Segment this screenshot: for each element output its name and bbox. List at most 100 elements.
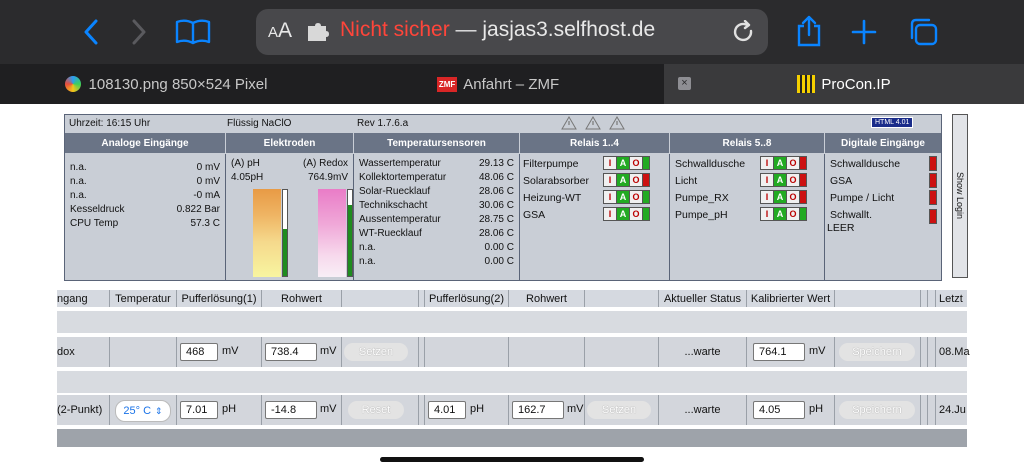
relay-iao-switch[interactable]: IAO xyxy=(603,156,650,170)
buffer1-input[interactable]: 7.01 xyxy=(180,401,218,419)
clock-text: Uhrzeit: 16:15 Uhr xyxy=(69,118,151,129)
new-tab-plus-icon[interactable] xyxy=(850,18,878,46)
iao-a[interactable]: A xyxy=(774,174,786,186)
forward-arrow-icon[interactable] xyxy=(126,18,152,46)
setzen-button[interactable]: Setzen xyxy=(587,401,651,419)
unit-label: mV xyxy=(567,403,584,415)
buffer1-input[interactable]: 468 xyxy=(180,343,218,361)
iao-a[interactable]: A xyxy=(774,157,786,169)
iao-o[interactable]: O xyxy=(630,157,642,169)
temp-value: 48.06 C xyxy=(478,172,514,183)
iao-a[interactable]: A xyxy=(617,208,629,220)
analog-label: n.a. xyxy=(70,162,87,173)
relay-iao-switch[interactable]: IAO xyxy=(760,207,807,221)
raw2-cell xyxy=(509,337,585,367)
iao-i[interactable]: I xyxy=(604,208,616,220)
buffer2-input[interactable]: 4.01 xyxy=(428,401,466,419)
analog-label: Kesseldruck xyxy=(70,204,125,215)
back-arrow-icon[interactable] xyxy=(78,18,104,46)
raw1-input[interactable]: 738.4 xyxy=(265,343,317,361)
address-bar[interactable]: AA Nicht sicher — jasjas3.selfhost.de xyxy=(256,9,768,55)
column-header xyxy=(342,290,419,307)
temp-label: Wassertemperatur xyxy=(359,158,441,169)
analog-value: 0 mV xyxy=(196,162,220,173)
relay-iao-switch[interactable]: IAO xyxy=(760,190,807,204)
column-header: Kalibrierter Wert xyxy=(747,290,835,307)
iao-i[interactable]: I xyxy=(761,191,773,203)
analog-value: 0 mV xyxy=(196,176,220,187)
temp-label: n.a. xyxy=(359,256,376,267)
relay-iao-switch[interactable]: IAO xyxy=(603,190,650,204)
iao-o[interactable]: O xyxy=(787,157,799,169)
iao-o[interactable]: O xyxy=(630,174,642,186)
tab-anfahrt[interactable]: ZMF Anfahrt – ZMF xyxy=(332,64,664,104)
raw2-input[interactable]: 162.7 xyxy=(512,401,564,419)
save-cell: Speichern xyxy=(835,337,921,367)
show-login-button[interactable]: Show Login xyxy=(952,114,968,278)
relays-1-4: Filterpumpe IAO Solarabsorber IAO Heizun… xyxy=(520,154,670,280)
relay-iao-switch[interactable]: IAO xyxy=(603,207,650,221)
browser-toolbar: AA Nicht sicher — jasjas3.selfhost.de xyxy=(0,0,1024,64)
iao-a[interactable]: A xyxy=(617,191,629,203)
temperature-select[interactable]: 25° C ⇕ xyxy=(115,400,171,422)
reload-icon[interactable] xyxy=(732,19,756,49)
digital-state-indicator xyxy=(929,209,937,224)
chlorine-type: Flüssig NaClO xyxy=(227,118,292,129)
column-header: Rohwert xyxy=(509,290,585,307)
iao-i[interactable]: I xyxy=(604,157,616,169)
calibrated-input[interactable]: 4.05 xyxy=(753,401,805,419)
close-tab-icon[interactable]: × xyxy=(678,77,691,90)
temp-value: 28.75 C xyxy=(478,214,514,225)
sensor-name: dox xyxy=(57,337,110,367)
speichern-button[interactable]: Speichern xyxy=(839,343,915,361)
sensor-name: (2-Punkt) xyxy=(57,395,110,425)
relay-state-indicator xyxy=(800,174,806,186)
iao-i[interactable]: I xyxy=(604,174,616,186)
iao-o[interactable]: O xyxy=(787,208,799,220)
iao-a[interactable]: A xyxy=(774,191,786,203)
unit-label: pH xyxy=(470,403,485,415)
redox-scale-bar xyxy=(318,189,346,277)
setzen-button[interactable]: Setzen xyxy=(344,343,408,361)
relay-iao-switch[interactable]: IAO xyxy=(760,173,807,187)
tab-image[interactable]: 108130.png 850×524 Pixel xyxy=(0,64,332,104)
digital-state-indicator xyxy=(929,173,937,188)
unit-label: mV xyxy=(222,345,239,357)
tab-procon[interactable]: × ProCon.IP xyxy=(664,64,1024,104)
speichern-button[interactable]: Speichern xyxy=(839,401,915,419)
iao-i[interactable]: I xyxy=(761,174,773,186)
relay-label: GSA xyxy=(523,209,546,221)
column-header xyxy=(835,290,921,307)
iao-o[interactable]: O xyxy=(630,208,642,220)
unit-label: pH xyxy=(222,403,237,415)
raw1-input[interactable]: -14.8 xyxy=(265,401,317,419)
column-header: Letzt xyxy=(939,292,963,305)
analog-label: n.a. xyxy=(70,190,87,201)
relay-iao-switch[interactable]: IAO xyxy=(603,173,650,187)
calibrated-input[interactable]: 764.1 xyxy=(753,343,805,361)
tab-label: Anfahrt – ZMF xyxy=(463,75,560,93)
iao-a[interactable]: A xyxy=(774,208,786,220)
iao-a[interactable]: A xyxy=(617,174,629,186)
bookmarks-book-icon[interactable] xyxy=(174,18,212,46)
raw1-cell: -14.8 mV xyxy=(262,395,342,425)
reset-button[interactable]: Reset xyxy=(348,401,404,419)
iao-i[interactable]: I xyxy=(604,191,616,203)
home-indicator xyxy=(380,457,644,462)
iao-o[interactable]: O xyxy=(787,174,799,186)
tab-overview-icon[interactable] xyxy=(906,16,940,48)
analog-row: n.a. -0 mA xyxy=(70,190,220,203)
spacer-cell xyxy=(921,395,928,425)
iao-i[interactable]: I xyxy=(761,157,773,169)
reader-format-icon[interactable]: AA xyxy=(268,19,292,43)
relay-iao-switch[interactable]: IAO xyxy=(760,156,807,170)
share-icon[interactable] xyxy=(794,14,824,48)
spacer-cell xyxy=(928,337,936,367)
temp-label: n.a. xyxy=(359,242,376,253)
extension-puzzle-icon[interactable] xyxy=(306,23,330,46)
iao-i[interactable]: I xyxy=(761,208,773,220)
iao-a[interactable]: A xyxy=(617,157,629,169)
iao-o[interactable]: O xyxy=(630,191,642,203)
analog-header: Analoge Eingänge xyxy=(65,133,225,153)
iao-o[interactable]: O xyxy=(787,191,799,203)
